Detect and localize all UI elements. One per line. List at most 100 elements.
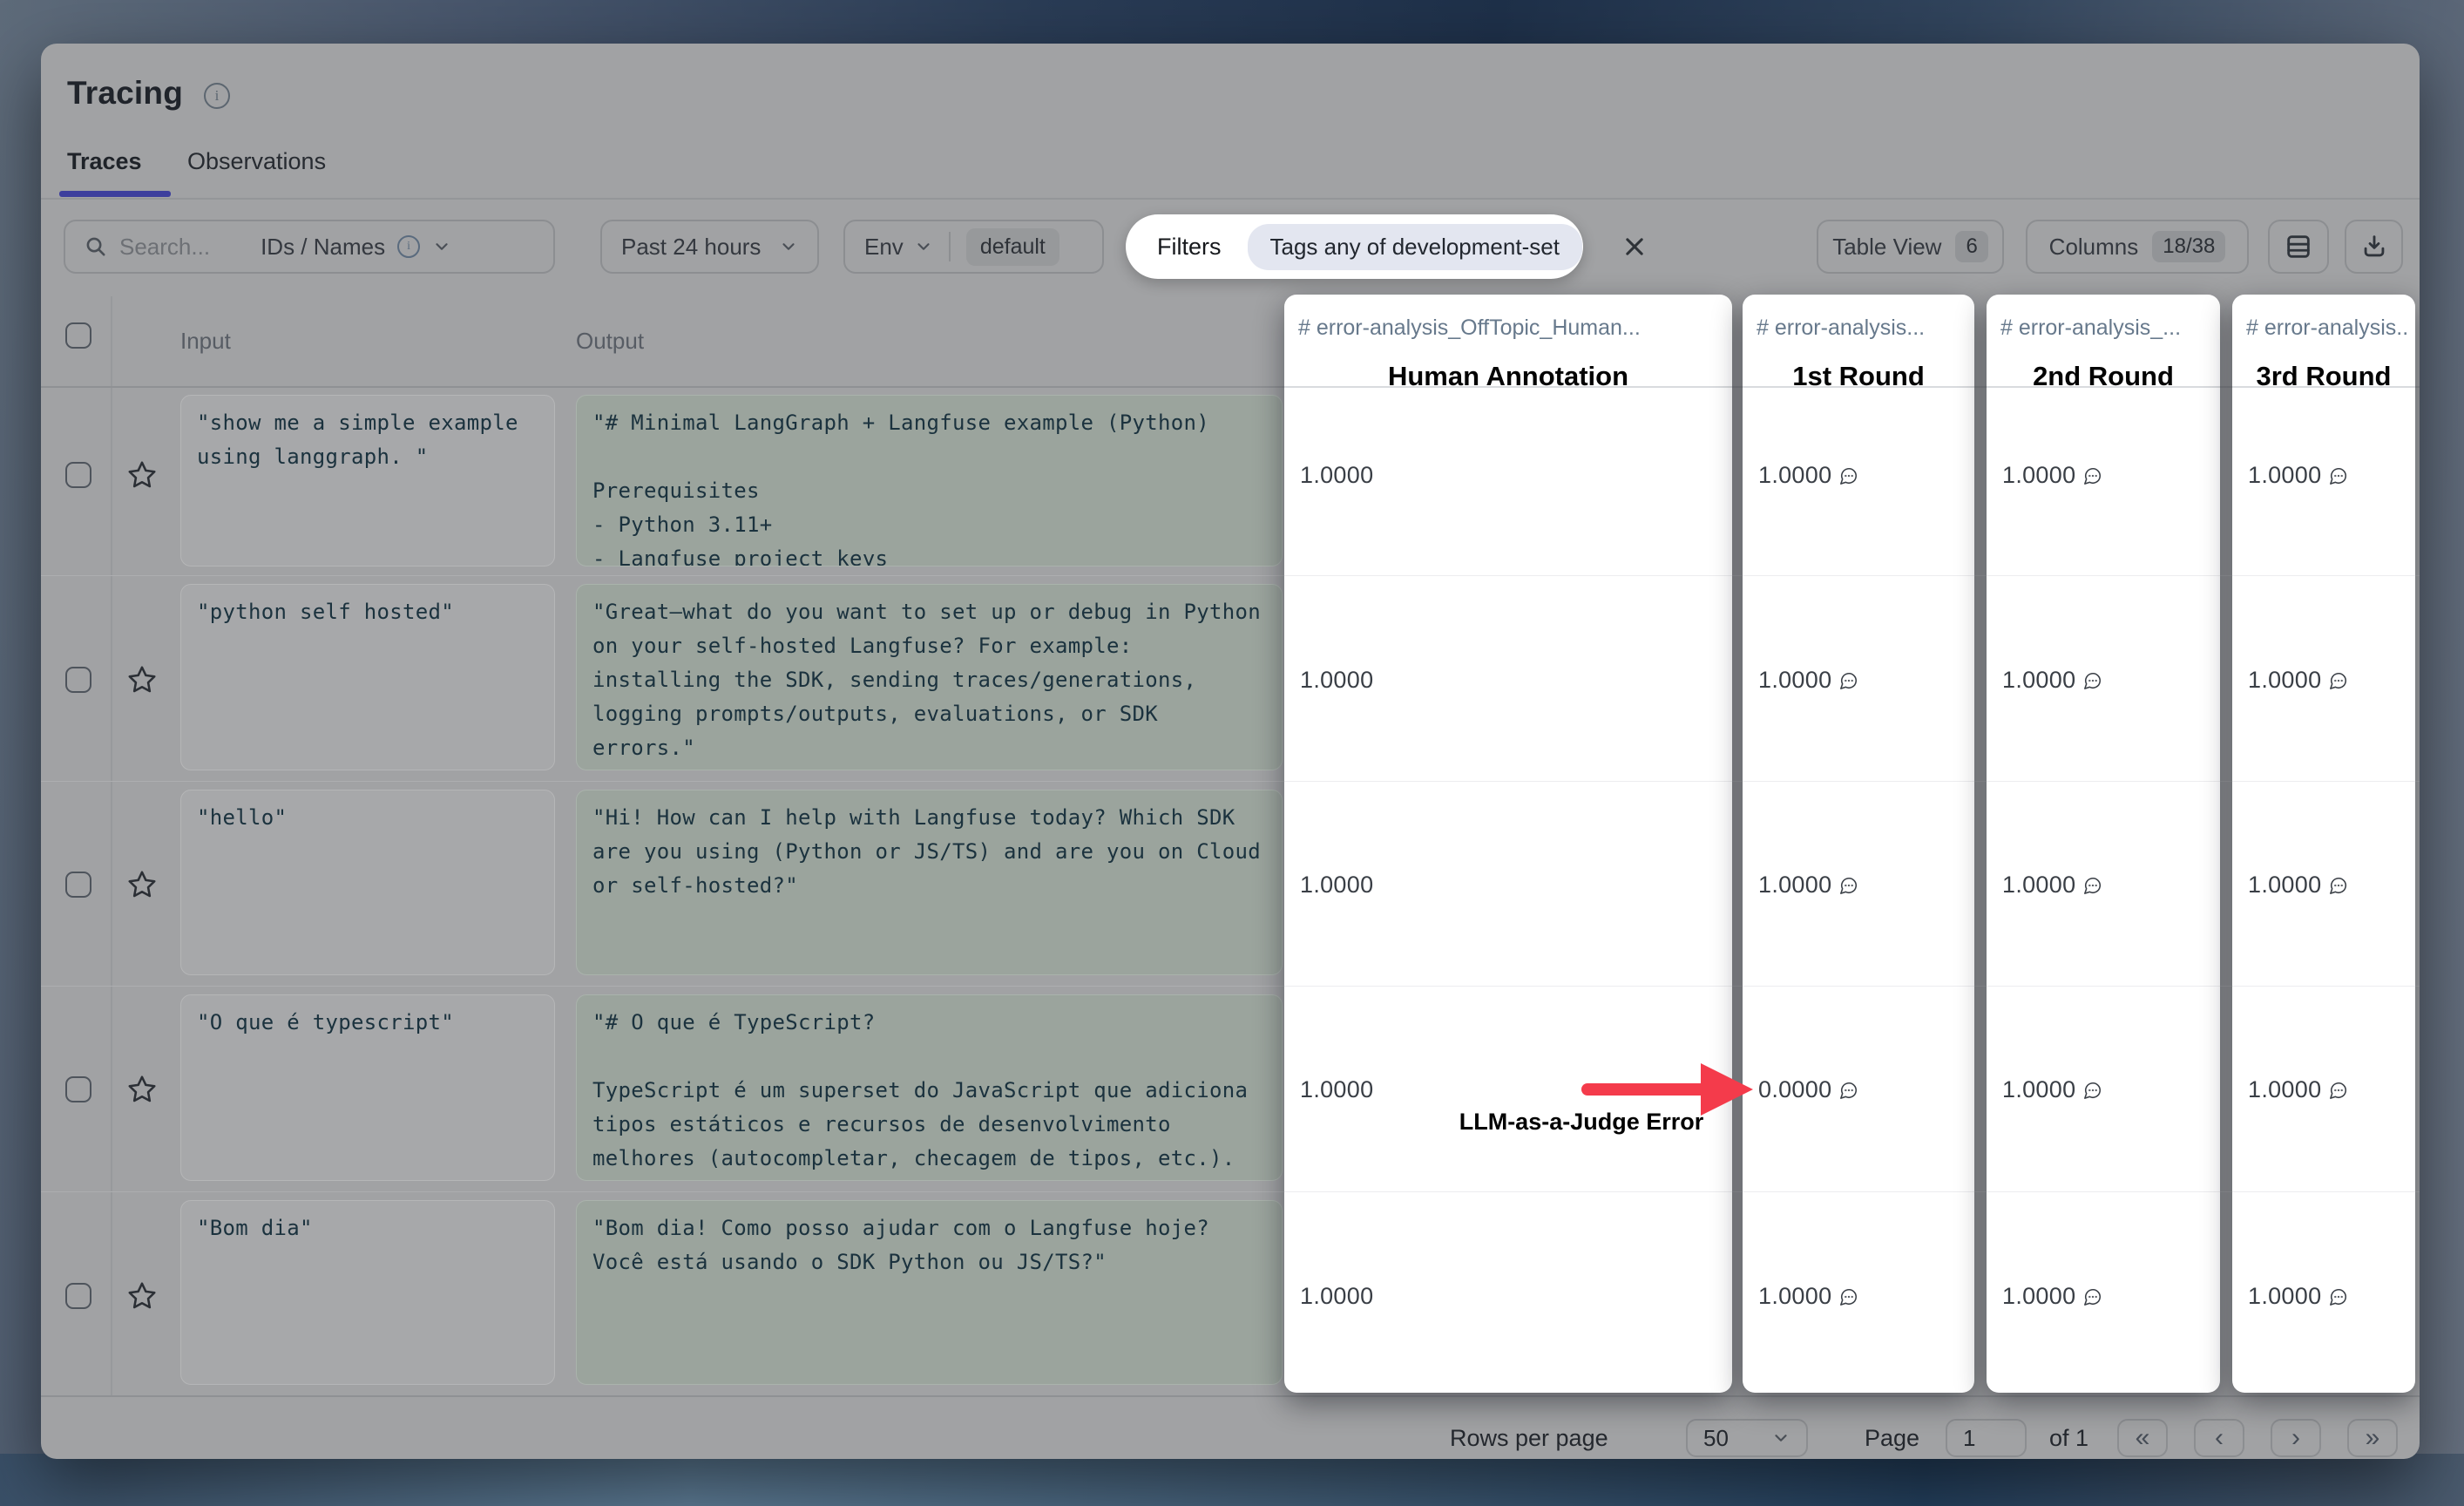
input-cell[interactable]: "Bom dia" [180,1200,555,1385]
row-checkbox[interactable] [65,462,91,488]
columns-count-badge: 18/38 [2152,231,2225,262]
comment-icon[interactable] [1839,1287,1858,1306]
filters-button[interactable]: Filters Tags any of development-set [1126,214,1583,279]
search-box[interactable]: Search... IDs / Names i [64,220,555,274]
input-cell[interactable]: "hello" [180,790,555,975]
output-cell[interactable]: "Great—what do you want to set up or deb… [576,584,1283,770]
row-checkbox[interactable] [65,872,91,898]
chevrons-left-icon: « [2136,1423,2150,1453]
comment-icon[interactable] [2083,1287,2102,1306]
score-value: 1.0000 [1300,462,1373,489]
columns-label: Columns [2049,234,2139,261]
comment-icon[interactable] [2329,876,2348,895]
score-column-3rd-round: # error-analysis... 3rd Round 1.0000 1.0… [2232,295,2415,1393]
comment-icon[interactable] [1839,1081,1858,1100]
star-icon[interactable] [126,1280,158,1312]
score-value: 1.0000 [2002,1076,2102,1103]
chevron-down-icon [914,237,933,256]
time-range-value: Past 24 hours [621,234,761,261]
info-icon[interactable]: i [204,83,230,109]
table-view-button[interactable]: Table View 6 [1817,220,2004,274]
comment-icon[interactable] [2329,466,2348,485]
row-checkbox[interactable] [65,667,91,693]
comment-icon[interactable] [2329,1287,2348,1306]
page-label: Page [1865,1419,1919,1457]
score-column-header[interactable]: # error-analysis_OffTopic_Human... [1298,315,1725,341]
page-total-label: of 1 [2049,1419,2088,1457]
row-divider [1284,986,1732,987]
score-value: 1.0000 [2002,1283,2102,1310]
time-range-select[interactable]: Past 24 hours [600,220,819,274]
rows-per-page-select[interactable]: 50 [1686,1419,1808,1457]
tab-observations[interactable]: Observations [187,148,326,175]
rows-per-page-label: Rows per page [1450,1419,1608,1457]
info-icon[interactable]: i [397,235,420,258]
chevron-right-icon: › [2291,1423,2300,1453]
env-select[interactable]: Env default [843,220,1104,274]
filters-label: Filters [1157,234,1222,261]
search-mode-select[interactable]: IDs / Names [261,234,385,261]
next-page-button[interactable]: › [2271,1419,2321,1457]
score-column-header[interactable]: # error-analysis... [2246,315,2408,341]
score-column-header[interactable]: # error-analysis... [1757,315,1967,341]
column-divider [111,296,112,1395]
star-icon[interactable] [126,459,158,491]
score-value: 1.0000 [2248,872,2348,899]
search-input[interactable]: Search... [119,234,210,261]
input-cell[interactable]: "O que é typescript" [180,994,555,1181]
comment-icon[interactable] [2329,671,2348,690]
row-divider [1284,1191,1732,1192]
comment-icon[interactable] [1839,466,1858,485]
output-cell[interactable]: "# Minimal LangGraph + Langfuse example … [576,395,1283,566]
row-divider [1284,781,1732,782]
filter-chip[interactable]: Tags any of development-set [1248,224,1582,270]
score-value: 1.0000 [1758,462,1858,489]
row-checkbox[interactable] [65,1076,91,1102]
tab-traces[interactable]: Traces [67,148,142,175]
chevrons-right-icon: » [2366,1423,2380,1453]
score-value: 1.0000 [1758,872,1858,899]
column-header-output[interactable]: Output [576,328,644,355]
comment-icon[interactable] [2329,1081,2348,1100]
comment-icon[interactable] [2083,876,2102,895]
comment-icon[interactable] [2083,1081,2102,1100]
star-icon[interactable] [126,664,158,695]
row-divider [1987,781,2220,782]
score-column-2nd-round: # error-analysis_... 2nd Round 1.0000 1.… [1987,295,2220,1393]
output-cell[interactable]: "Hi! How can I help with Langfuse today?… [576,790,1283,975]
row-checkbox[interactable] [65,1283,91,1309]
page-number-input[interactable]: 1 [1946,1419,2027,1457]
last-page-button[interactable]: » [2347,1419,2398,1457]
score-column-human-annotation: # error-analysis_OffTopic_Human... Human… [1284,295,1732,1393]
row-divider [2232,781,2415,782]
chevron-left-icon: ‹ [2215,1423,2224,1453]
score-value: 1.0000 [2248,667,2348,694]
row-divider [1284,575,1732,576]
first-page-button[interactable]: « [2117,1419,2168,1457]
comment-icon[interactable] [1839,876,1858,895]
input-cell[interactable]: "show me a simple example using langgrap… [180,395,555,566]
select-all-checkbox[interactable] [65,322,91,349]
column-header-input[interactable]: Input [180,328,231,355]
input-cell[interactable]: "python self hosted" [180,584,555,770]
comment-icon[interactable] [2083,671,2102,690]
score-value: 1.0000 [2248,1283,2348,1310]
star-icon[interactable] [126,869,158,900]
score-column-header[interactable]: # error-analysis_... [2000,315,2213,341]
row-divider [1987,1191,2220,1192]
page-title: Tracing [67,75,183,112]
clear-filters-button[interactable] [1610,220,1659,274]
previous-page-button[interactable]: ‹ [2194,1419,2244,1457]
output-cell[interactable]: "# O que é TypeScript? TypeScript é um s… [576,994,1283,1181]
star-icon[interactable] [126,1074,158,1105]
comment-icon[interactable] [1839,671,1858,690]
output-cell[interactable]: "Bom dia! Como posso ajudar com o Langfu… [576,1200,1283,1385]
row-height-button[interactable] [2268,220,2329,274]
annotation-label: Human Annotation [1284,361,1732,392]
export-button[interactable] [2345,220,2403,274]
comment-icon[interactable] [2083,466,2102,485]
columns-button[interactable]: Columns 18/38 [2026,220,2249,274]
chevron-down-icon [779,237,798,256]
score-value: 1.0000 [2002,462,2102,489]
env-value-badge: default [966,228,1059,266]
